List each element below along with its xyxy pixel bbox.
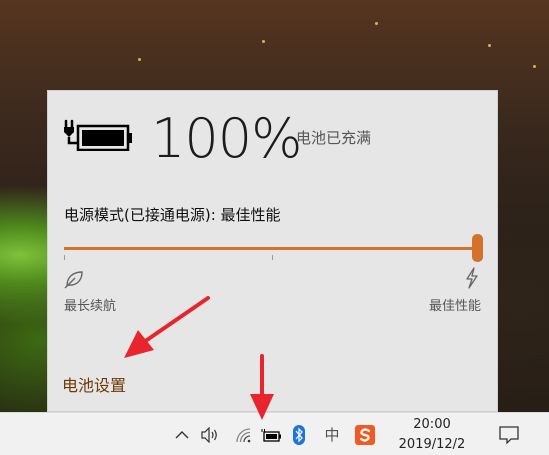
wallpaper-star bbox=[533, 65, 536, 68]
battery-flyout: 100% 电池已充满 电源模式(已接通电源): 最佳性能 最长续航 最佳性能 电… bbox=[47, 90, 498, 412]
slider-tick bbox=[272, 255, 273, 260]
notification-icon bbox=[499, 425, 519, 444]
sogou-icon bbox=[355, 424, 375, 445]
network-button[interactable] bbox=[232, 413, 256, 455]
battery-settings-link[interactable]: 电池设置 bbox=[62, 372, 126, 396]
best-battery-label: 最长续航 bbox=[64, 299, 117, 314]
battery-status: 电池已充满 bbox=[296, 129, 372, 147]
bluetooth-icon bbox=[293, 424, 305, 445]
wallpaper-star bbox=[488, 44, 491, 47]
battery-plugged-icon bbox=[64, 119, 132, 151]
power-mode-slider-track[interactable] bbox=[64, 247, 478, 250]
wallpaper-star bbox=[138, 58, 141, 61]
wallpaper-star bbox=[375, 22, 378, 25]
clock-date: 2019/12/2 bbox=[398, 437, 466, 452]
show-hidden-icons-button[interactable] bbox=[172, 413, 192, 455]
clock-time: 20:00 bbox=[413, 417, 451, 432]
slider-tick bbox=[64, 255, 65, 260]
sogou-input-button[interactable] bbox=[353, 413, 377, 455]
battery-tray-button[interactable] bbox=[258, 413, 284, 455]
volume-button[interactable] bbox=[198, 413, 222, 455]
best-performance-label: 最佳性能 bbox=[428, 299, 481, 314]
chevron-up-icon bbox=[175, 430, 189, 438]
battery-percentage: 100% bbox=[151, 107, 302, 170]
taskbar-clock[interactable]: 20:00 2019/12/2 bbox=[388, 415, 476, 455]
volume-icon bbox=[201, 426, 217, 443]
action-center-button[interactable] bbox=[494, 413, 524, 455]
leaf-icon bbox=[64, 271, 83, 289]
ime-indicator[interactable]: 中 bbox=[319, 413, 345, 455]
taskbar: 中 20:00 2019/12/2 bbox=[0, 412, 549, 455]
power-mode-label: 电源模式(已接通电源): 最佳性能 bbox=[64, 206, 281, 224]
lightning-icon bbox=[466, 267, 478, 289]
power-mode-slider-thumb[interactable] bbox=[472, 234, 483, 262]
battery-icon bbox=[261, 428, 281, 442]
bluetooth-button[interactable] bbox=[290, 413, 308, 455]
wallpaper-star bbox=[262, 40, 265, 43]
wifi-icon bbox=[236, 427, 251, 442]
